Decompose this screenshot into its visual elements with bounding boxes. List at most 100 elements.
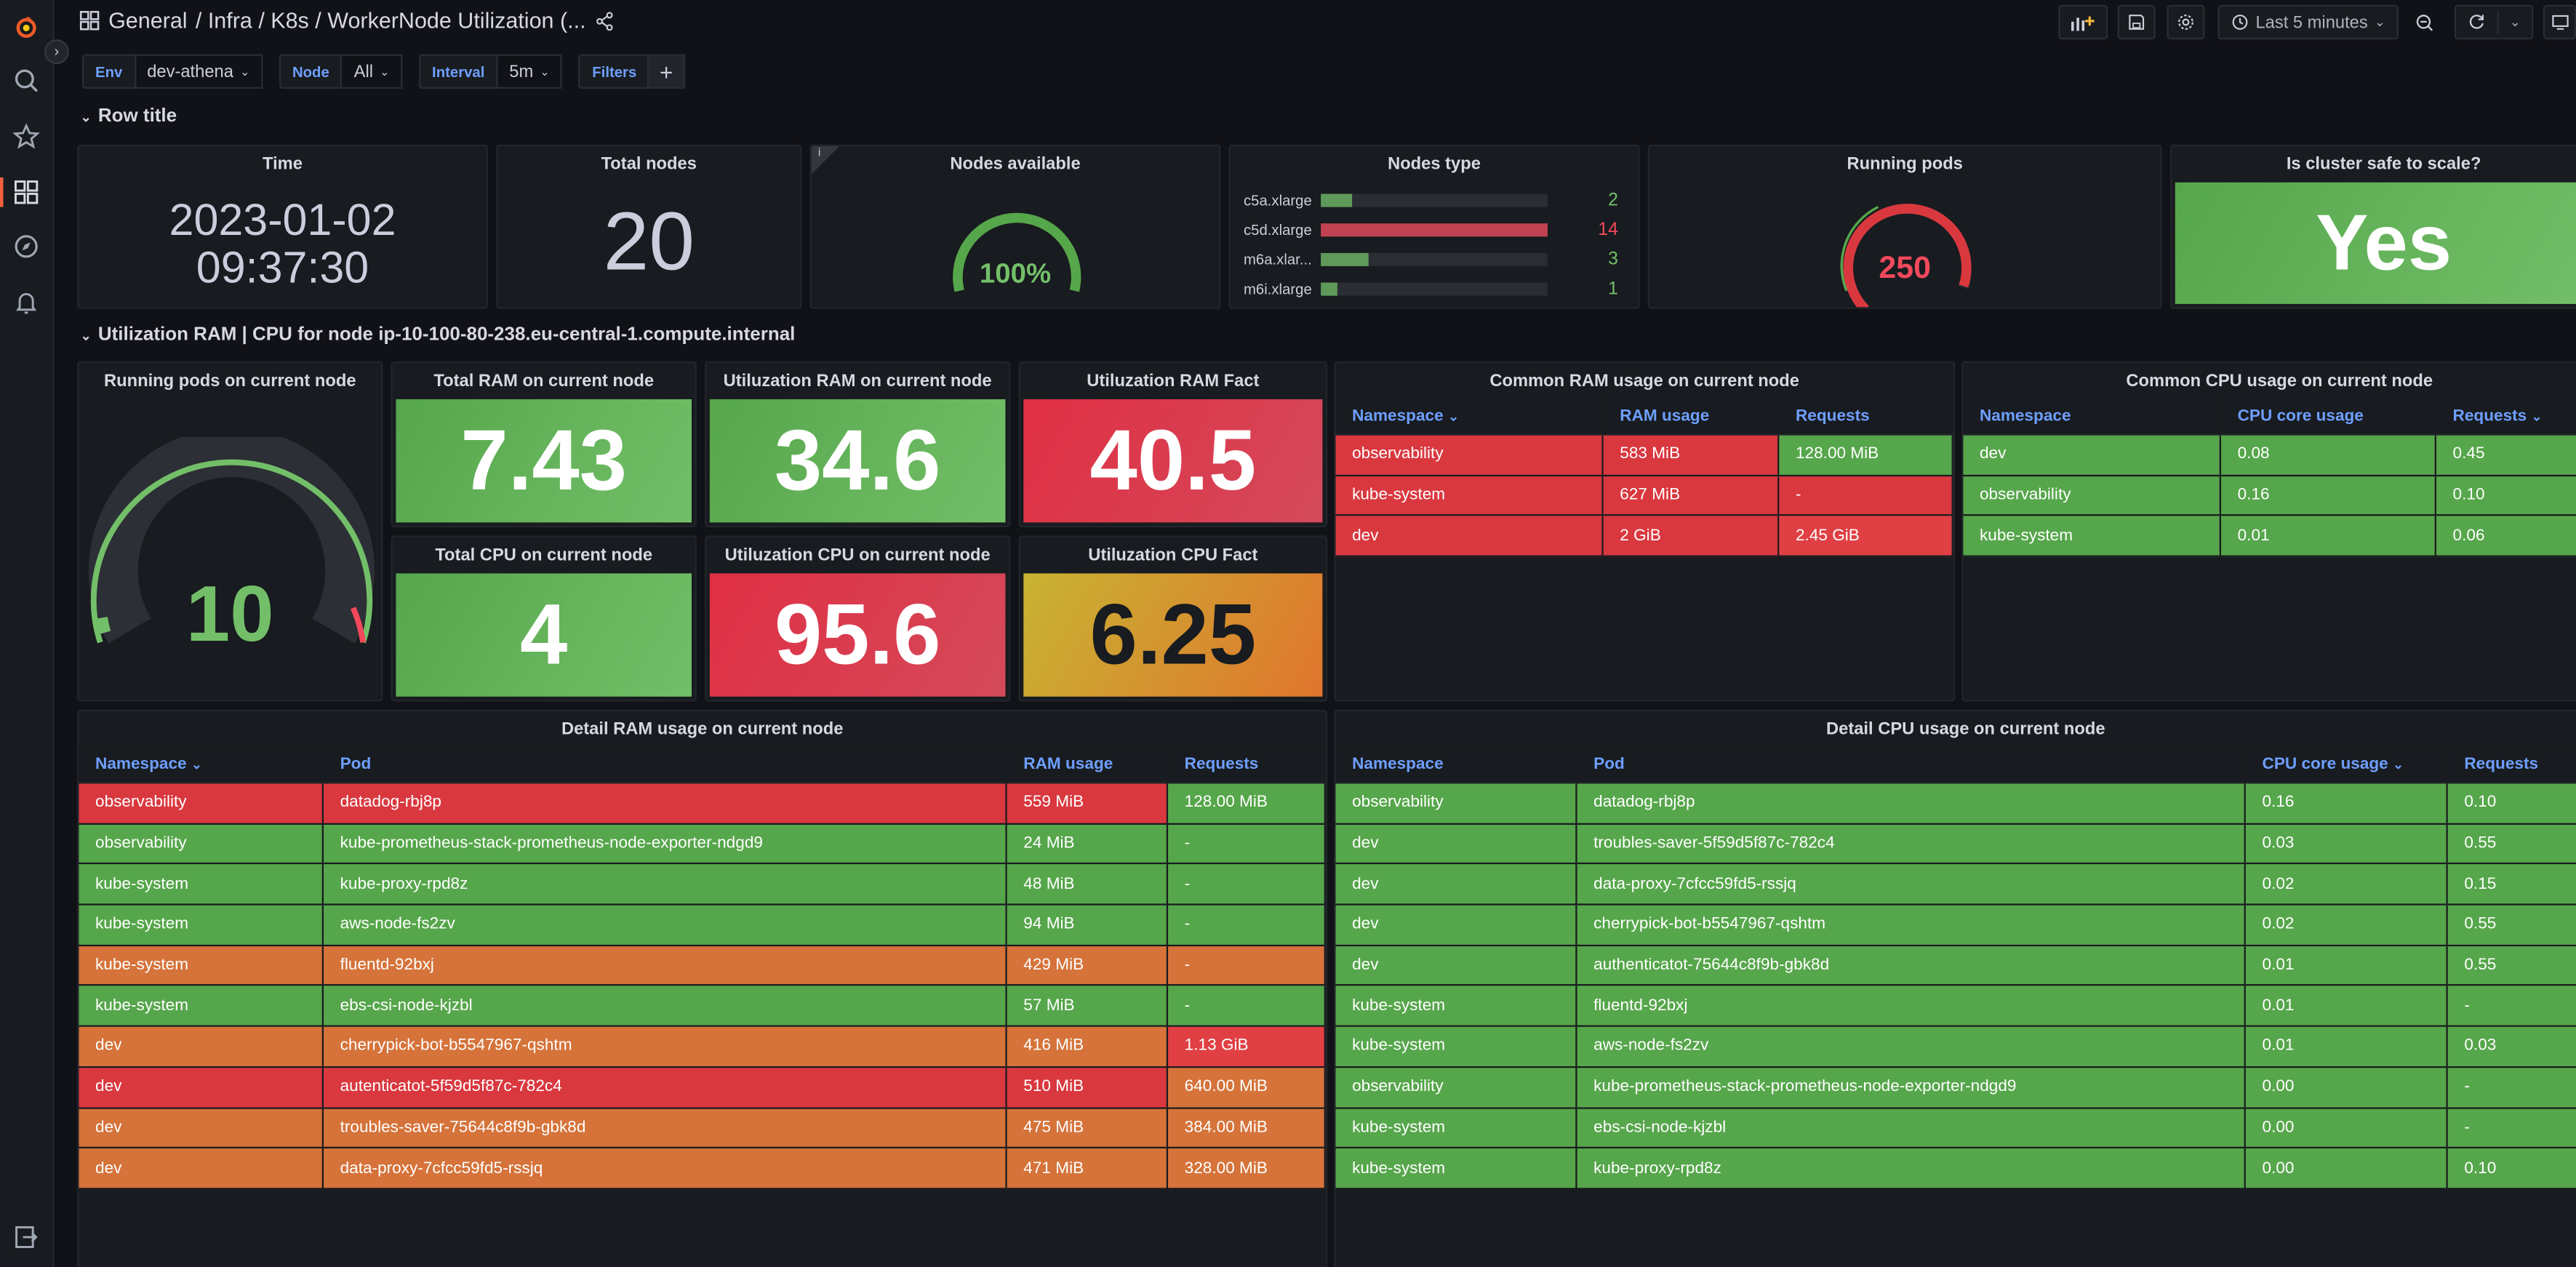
var-select-node[interactable]: All ⌄	[342, 54, 403, 89]
column-header-requests[interactable]: Requests ⌄	[2436, 399, 2576, 436]
cell-requests: 0.10	[2447, 1148, 2576, 1190]
cell-pod: authenticatot-75644c8f9b-gbk8d	[1577, 946, 2246, 987]
refresh-button[interactable]: ⌄	[2454, 4, 2534, 40]
panel-util-cpu-fact[interactable]: Utiluzation CPU Fact 6.25	[1018, 535, 1328, 702]
common-cpu-table: Namespace CPU core usage Requests ⌄ dev 0…	[1963, 399, 2576, 557]
save-dashboard-button[interactable]	[2117, 4, 2156, 40]
panel-time[interactable]: Time 2023-01-02 09:37:30	[77, 144, 488, 309]
dashboard-settings-button[interactable]	[2167, 4, 2205, 40]
bar-fill	[1321, 252, 1369, 266]
add-filter-button[interactable]: +	[649, 54, 685, 89]
breadcrumb-path[interactable]: / Infra / K8s / WorkerNode Utilization (…	[196, 8, 586, 33]
panel-util-ram[interactable]: Utiluzation RAM on current node 34.6	[705, 361, 1011, 528]
panel-running-pods[interactable]: Running pods 250	[1647, 144, 2162, 309]
top-navbar: General / Infra / K8s / WorkerNode Utili…	[55, 0, 2576, 46]
chevron-right-icon: ›	[54, 42, 60, 60]
column-header-ram[interactable]: RAM usage	[1007, 747, 1169, 784]
util-cpu-fact-value: 6.25	[1023, 573, 1323, 697]
column-header-namespace[interactable]: Namespace	[1335, 747, 1577, 784]
column-header-cpu[interactable]: CPU core usage ⌄	[2245, 747, 2448, 784]
panel-detail-ram[interactable]: Detail RAM usage on current node Namespa…	[77, 709, 1328, 1267]
share-icon[interactable]	[594, 11, 614, 31]
grafana-logo-icon[interactable]	[10, 10, 43, 43]
column-header-namespace[interactable]: Namespace ⌄	[79, 747, 324, 784]
panel-detail-cpu[interactable]: Detail CPU usage on current node Namespa…	[1334, 709, 2576, 1267]
table-row: dev autenticatot-5f59d5f87c-782c4 510 MiB 6…	[79, 1067, 1326, 1108]
row-title: Row title	[97, 106, 177, 127]
dashboards-icon[interactable]	[10, 176, 43, 209]
cell-requests: -	[2447, 1067, 2576, 1108]
panel-pods-on-node[interactable]: Running pods on current node 10	[77, 361, 383, 702]
explore-icon[interactable]	[10, 230, 43, 263]
column-header-requests[interactable]: Requests	[1168, 747, 1326, 784]
panel-title: Nodes available	[950, 154, 1081, 175]
panel-util-ram-fact[interactable]: Utiluzation RAM Fact 40.5	[1018, 361, 1328, 528]
cell-pod: fluentd-92bxj	[324, 946, 1007, 987]
cell-requests: 0.06	[2436, 516, 2576, 557]
panel-total-cpu[interactable]: Total CPU on current node 4	[391, 535, 697, 702]
var-select-env[interactable]: dev-athena ⌄	[135, 54, 263, 89]
zoom-out-button[interactable]	[2407, 5, 2443, 39]
column-header-pod[interactable]: Pod	[1577, 747, 2246, 784]
table-row: observability datadog-rbj8p 559 MiB 128.00 …	[79, 783, 1326, 825]
column-header-requests[interactable]: Requests	[2447, 747, 2576, 784]
bar-fill	[1321, 223, 1548, 237]
panel-nodes-type[interactable]: Nodes type c5a.xlarge 2 c5d.xlarge 14 m6a.…	[1228, 144, 1640, 309]
sort-desc-icon: ⌄	[1447, 409, 1460, 424]
panel-common-cpu[interactable]: Common CPU usage on current node Namespa…	[1961, 361, 2576, 702]
panel-cluster-safe[interactable]: Is cluster safe to scale? Yes	[2170, 144, 2576, 309]
cell-pod: kube-prometheus-stack-prometheus-node-ex…	[1577, 1067, 2246, 1108]
table-row: dev 0.08 0.45	[1963, 435, 2576, 476]
panel-title: Detail RAM usage on current node	[561, 719, 844, 740]
table-row: dev data-proxy-7cfcc59fd5-rssjq 0.02 0.15	[1335, 865, 2576, 906]
panel-nodes-available[interactable]: i Nodes available 100%	[809, 144, 1221, 309]
cell-namespace: kube-system	[79, 905, 324, 946]
time-range-picker[interactable]: Last 5 minutes ⌄	[2217, 4, 2399, 40]
add-panel-button[interactable]	[2058, 4, 2108, 40]
bar-track	[1321, 252, 1548, 266]
row-header-1[interactable]: ⌄ Row title	[81, 107, 177, 127]
starred-icon[interactable]	[10, 120, 43, 153]
panel-common-ram[interactable]: Common RAM usage on current node Namespa…	[1334, 361, 1956, 702]
detail-cpu-table: Namespace Pod CPU core usage ⌄ Requests …	[1335, 747, 2576, 1190]
cell-usage: 0.00	[2245, 1067, 2448, 1108]
row-header-2[interactable]: ⌄ Utilization RAM | CPU for node ip-10-10…	[81, 325, 796, 345]
cell-usage: 0.00	[2245, 1108, 2448, 1149]
sign-out-icon[interactable]	[10, 1220, 43, 1253]
panel-title: Utiluzation RAM on current node	[723, 371, 992, 391]
panel-total-ram[interactable]: Total RAM on current node 7.43	[391, 361, 697, 528]
table-row: dev troubles-saver-75644c8f9b-gbk8d 475 Mi…	[79, 1108, 1326, 1149]
search-icon[interactable]	[10, 64, 43, 97]
cell-usage: 471 MiB	[1007, 1148, 1169, 1190]
panel-title: Running pods on current node	[103, 371, 356, 391]
column-header-namespace[interactable]: Namespace	[1963, 399, 2222, 436]
panel-total-nodes[interactable]: Total nodes 20	[496, 144, 802, 309]
column-header-pod[interactable]: Pod	[324, 747, 1007, 784]
cell-namespace: kube-system	[79, 865, 324, 906]
var-select-interval[interactable]: 5m ⌄	[497, 54, 563, 89]
var-label-interval: Interval	[418, 54, 498, 89]
cell-requests: 2.45 GiB	[1779, 516, 1953, 557]
column-header-cpu[interactable]: CPU core usage	[2221, 399, 2436, 436]
chevron-down-icon[interactable]: ⌄	[2510, 15, 2521, 29]
table-row: observability 0.16 0.10	[1963, 476, 2576, 517]
tv-mode-button[interactable]	[2543, 4, 2576, 40]
detail-ram-table-wrap: Namespace ⌄ Pod RAM usage Requests obser…	[79, 747, 1326, 1190]
cell-pod: datadog-rbj8p	[324, 783, 1007, 825]
save-icon	[2129, 15, 2145, 30]
table-row: kube-system ebs-csi-node-kjzbl 0.00-	[1335, 1108, 2576, 1149]
expand-sidebar-button[interactable]: ›	[44, 39, 69, 65]
clock-icon	[2232, 15, 2248, 30]
column-header-namespace[interactable]: Namespace ⌄	[1335, 399, 1604, 436]
bargauge-row: c5a.xlarge 2	[1244, 185, 1618, 215]
column-header-ram[interactable]: RAM usage	[1603, 399, 1780, 436]
running-pods-gauge	[1840, 199, 1975, 308]
cell-requests: 0.10	[2447, 783, 2576, 825]
bar-track	[1321, 223, 1548, 237]
breadcrumb-root[interactable]: General	[108, 8, 187, 33]
panel-util-cpu[interactable]: Utiluzation CPU on current node 95.6	[705, 535, 1011, 702]
alerting-bell-icon[interactable]	[10, 286, 43, 319]
table-row: kube-system fluentd-92bxj 429 MiB -	[79, 946, 1326, 987]
column-header-requests[interactable]: Requests	[1779, 399, 1953, 436]
cell-pod: data-proxy-7cfcc59fd5-rssjq	[1577, 865, 2246, 906]
